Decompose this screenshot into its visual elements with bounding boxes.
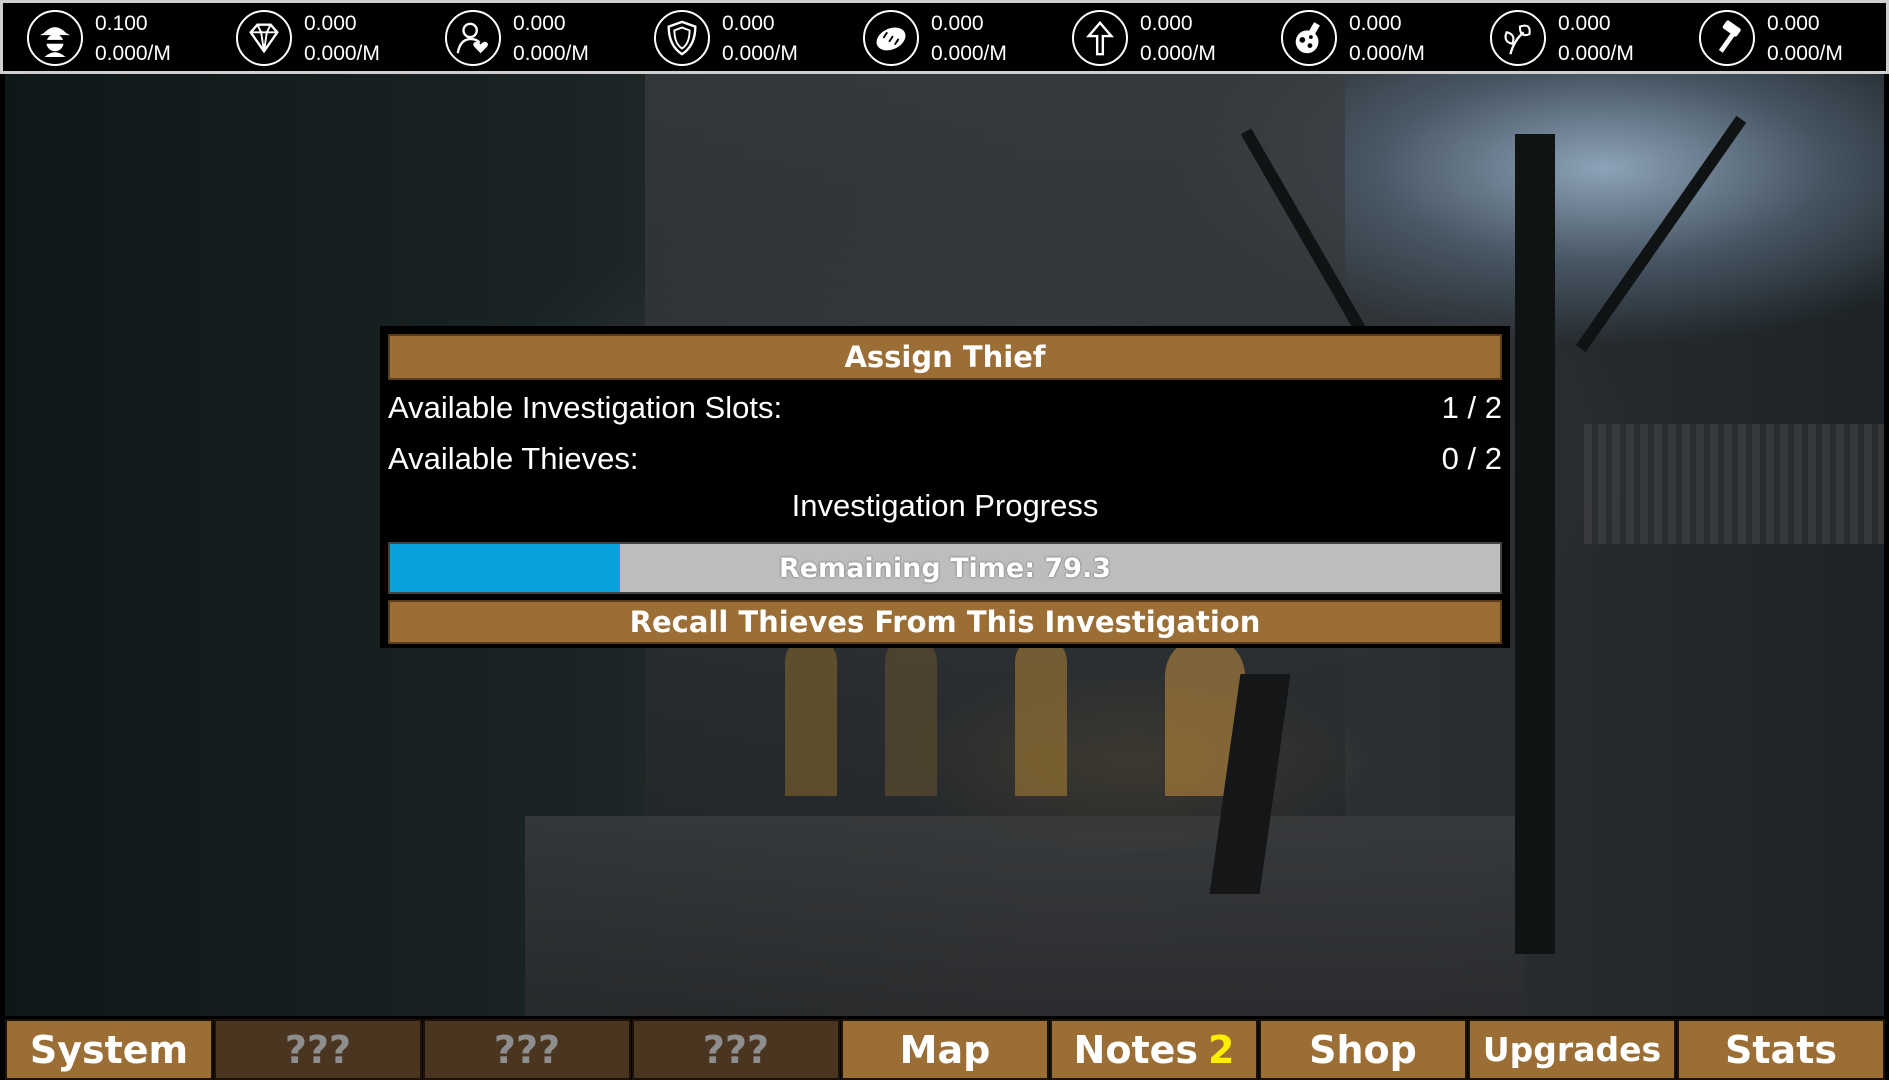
resource-herbs: 0.000 0.000/M: [1466, 7, 1646, 71]
tiled-roof: [1584, 424, 1884, 544]
resource-rate: 0.000/M: [1349, 42, 1425, 65]
arched-doorway: [1015, 636, 1067, 796]
investigation-progress-bar: Remaining Time: 79.3: [388, 542, 1502, 594]
tree-trunk: [1515, 134, 1555, 954]
remaining-time: Remaining Time: 79.3: [778, 552, 1112, 584]
thieves-label: Available Thieves:: [388, 441, 639, 476]
resource-food: 0.000 0.000/M: [839, 7, 1019, 71]
resource-amount: 0.100: [95, 12, 148, 35]
resource-rate: 0.000/M: [931, 42, 1007, 65]
resource-rate: 0.000/M: [1140, 42, 1216, 65]
tab-locked-2[interactable]: ???: [423, 1019, 631, 1080]
resource-amount: 0.000: [1558, 12, 1611, 35]
notes-badge: 2: [1208, 1027, 1235, 1072]
arrow-up-icon: [1072, 10, 1128, 66]
slots-value: 1 / 2: [1441, 390, 1502, 425]
cobblestone-ground: [525, 816, 1525, 1016]
arched-doorway: [885, 636, 937, 796]
resource-growth: 0.000 0.000/M: [1048, 7, 1228, 71]
diamond-icon: [236, 10, 292, 66]
resource-defense: 0.000 0.000/M: [630, 7, 810, 71]
resource-contacts: 0.000 0.000/M: [421, 7, 601, 71]
thieves-value: 0 / 2: [1441, 441, 1502, 476]
bottom-nav: System ??? ??? ??? Map Notes 2 Shop Upgr…: [0, 1016, 1889, 1080]
tab-map[interactable]: Map: [841, 1019, 1049, 1080]
assign-thief-dialog: Assign Thief Available Investigation Slo…: [380, 326, 1510, 648]
resource-bar: 0.100 0.000/M 0.000 0.000/M 0.000 0.000/…: [0, 0, 1889, 74]
contact-icon: [445, 10, 501, 66]
resource-amount: 0.000: [513, 12, 566, 35]
tab-system[interactable]: System: [5, 1019, 213, 1080]
resource-alchemy: 0.000 0.000/M: [1257, 7, 1437, 71]
available-thieves-row: Available Thieves: 0 / 2: [388, 435, 1502, 481]
tab-locked-1[interactable]: ???: [214, 1019, 422, 1080]
resource-amount: 0.000: [304, 12, 357, 35]
arched-doorway: [785, 636, 837, 796]
tab-notes[interactable]: Notes 2: [1050, 1019, 1258, 1080]
resource-rate: 0.000/M: [1558, 42, 1634, 65]
resource-amount: 0.000: [722, 12, 775, 35]
resource-amount: 0.000: [1140, 12, 1193, 35]
investigation-slots-row: Available Investigation Slots: 1 / 2: [388, 384, 1502, 430]
potion-icon: [1281, 10, 1337, 66]
tab-shop[interactable]: Shop: [1259, 1019, 1467, 1080]
shield-icon: [654, 10, 710, 66]
tab-upgrades[interactable]: Upgrades: [1468, 1019, 1676, 1080]
progress-heading: Investigation Progress: [791, 488, 1099, 523]
resource-rate: 0.000/M: [513, 42, 589, 65]
hammer-icon: [1699, 10, 1755, 66]
resource-amount: 0.000: [1767, 12, 1820, 35]
thief-icon: [27, 10, 83, 66]
slots-label: Available Investigation Slots:: [388, 390, 783, 425]
resource-thieves: 0.100 0.000/M: [3, 7, 183, 71]
recall-thieves-button[interactable]: Recall Thieves From This Investigation: [388, 600, 1502, 644]
bread-icon: [863, 10, 919, 66]
tab-notes-label: Notes: [1073, 1027, 1198, 1072]
resource-rate: 0.000/M: [722, 42, 798, 65]
dialog-title: Assign Thief: [388, 334, 1502, 380]
resource-rate: 0.000/M: [95, 42, 171, 65]
resource-tools: 0.000 0.000/M: [1675, 7, 1855, 71]
resource-amount: 0.000: [931, 12, 984, 35]
herb-icon: [1490, 10, 1546, 66]
tree-branch: [1575, 115, 1747, 353]
tab-locked-3[interactable]: ???: [632, 1019, 840, 1080]
resource-gems: 0.000 0.000/M: [212, 7, 392, 71]
resource-rate: 0.000/M: [1767, 42, 1843, 65]
tab-stats[interactable]: Stats: [1677, 1019, 1885, 1080]
resource-rate: 0.000/M: [304, 42, 380, 65]
resource-amount: 0.000: [1349, 12, 1402, 35]
